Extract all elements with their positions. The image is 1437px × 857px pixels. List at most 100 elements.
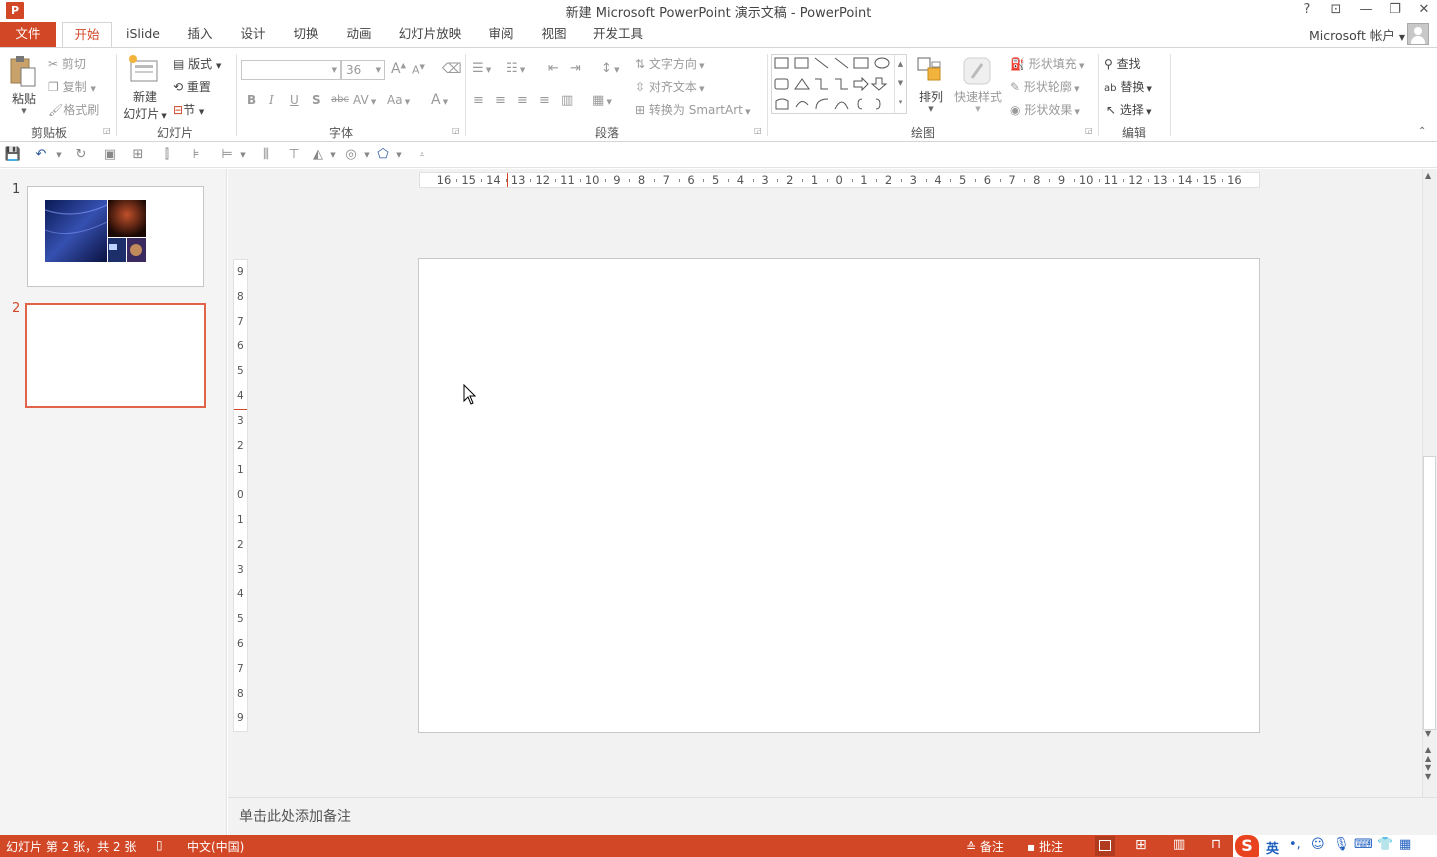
new-slide-button[interactable]: 新建 幻灯片 ▼ — [120, 54, 170, 121]
reset-button[interactable]: ⟲ 重置 — [173, 78, 211, 95]
reading-view-icon[interactable]: ▥ — [1173, 837, 1185, 852]
underline-button[interactable]: U — [290, 93, 299, 107]
chevron-down-icon[interactable]: ▼ — [234, 146, 252, 164]
tab-animations[interactable]: 动画 — [337, 22, 381, 47]
help-button[interactable]: ? — [1296, 1, 1318, 19]
next-slide-icon[interactable]: ▼ ▼ — [1425, 763, 1431, 781]
close-button[interactable]: ✕ — [1413, 1, 1435, 19]
align-middle-icon[interactable]: ⫿ — [158, 146, 176, 164]
notes-toggle-button[interactable]: ≙ 备注 — [966, 838, 1004, 855]
redo-icon[interactable]: ↻ — [72, 146, 90, 164]
distribute-icon[interactable]: ⫼ — [257, 146, 275, 164]
start-slideshow-icon[interactable]: ▣ — [101, 146, 119, 164]
font-name-combo[interactable]: ▼ — [241, 60, 341, 80]
dialog-launcher-icon[interactable]: ◲ — [452, 126, 460, 135]
tab-view[interactable]: 视图 — [532, 22, 576, 47]
convert-smartart-button[interactable]: ⊞ 转换为 SmartArt ▼ — [635, 101, 750, 118]
language-status[interactable]: 中文(中国) — [187, 838, 244, 855]
italic-button[interactable]: I — [269, 93, 274, 107]
bullets-icon[interactable]: ☰ ▼ — [472, 61, 491, 76]
slideshow-view-icon[interactable]: ⊓ — [1211, 837, 1221, 852]
toolbox-icon[interactable]: ▦ — [1399, 837, 1411, 852]
tab-developer[interactable]: 开发工具 — [586, 22, 650, 47]
copy-button[interactable]: ❐ 复制 ▼ — [48, 78, 96, 95]
select-button[interactable]: ↖ 选择 ▼ — [1106, 101, 1152, 118]
decrease-indent-icon[interactable]: ⇤ — [548, 61, 559, 76]
columns-icon[interactable]: ▦ ▼ — [592, 93, 612, 108]
chevron-down-icon[interactable]: ▼ — [390, 146, 408, 164]
shapes-gallery[interactable]: ▲ ▼ ▾ — [771, 54, 907, 114]
comments-toggle-button[interactable]: ▪ 批注 — [1027, 838, 1063, 855]
replace-button[interactable]: ab 替换 ▼ — [1104, 78, 1152, 95]
ime-language-indicator[interactable]: 英 — [1266, 838, 1279, 857]
notes-pane[interactable] — [228, 797, 1437, 835]
character-spacing-button[interactable]: AV ▼ — [353, 93, 376, 107]
punctuation-icon[interactable]: •, — [1289, 837, 1301, 852]
microphone-icon[interactable]: 🎙 — [1333, 837, 1350, 852]
arrange-button[interactable]: 排列 ▼ — [914, 54, 948, 120]
customize-qat-icon[interactable]: ⩡ — [413, 146, 431, 164]
tab-file[interactable]: 文件 — [0, 22, 56, 47]
cut-button[interactable]: ✂ 剪切 — [48, 55, 86, 72]
strikethrough-button[interactable]: abc — [331, 94, 349, 105]
avatar[interactable] — [1407, 23, 1429, 45]
tab-home[interactable]: 开始 — [62, 22, 112, 48]
ribbon-display-options-icon[interactable]: ⊡ — [1325, 1, 1347, 19]
dialog-launcher-icon[interactable]: ◲ — [103, 126, 111, 135]
scrollbar-thumb[interactable] — [1423, 456, 1436, 730]
slide-canvas[interactable] — [418, 258, 1260, 733]
quick-styles-button[interactable]: 快速样式 ▼ — [952, 54, 1004, 120]
save-icon[interactable]: 💾 — [4, 146, 22, 164]
increase-indent-icon[interactable]: ⇥ — [570, 61, 581, 76]
paste-button[interactable]: 粘贴 ▼ — [6, 54, 42, 118]
slide-thumbnail-2[interactable] — [25, 303, 206, 408]
account-menu[interactable]: Microsoft 帐户 ▼ — [1309, 25, 1405, 44]
collapse-ribbon-icon[interactable]: ⌃ — [1418, 126, 1426, 137]
shrink-font-button[interactable]: A▼ — [412, 63, 425, 77]
notes-placeholder[interactable]: 单击此处添加备注 — [239, 806, 351, 826]
numbering-icon[interactable]: ☷ ▼ — [506, 61, 525, 76]
emoji-icon[interactable]: ☺ — [1311, 837, 1325, 852]
scroll-up-icon[interactable]: ▲ — [1425, 171, 1431, 180]
font-size-combo[interactable]: 36 ▼ — [341, 60, 385, 80]
align-right-icon[interactable]: ≡ — [517, 93, 528, 108]
shadow-button[interactable]: S — [312, 93, 321, 107]
change-case-button[interactable]: Aa ▼ — [387, 93, 410, 107]
shape-effects-button[interactable]: ◉ 形状效果 ▼ — [1010, 101, 1080, 118]
gallery-scroll[interactable]: ▲ ▼ ▾ — [894, 55, 906, 113]
spelling-check-icon[interactable]: ▯ — [156, 838, 163, 852]
scroll-down-icon[interactable]: ▼ — [1425, 729, 1431, 738]
align-text-button[interactable]: ⇳ 对齐文本 ▼ — [635, 78, 705, 95]
bring-forward-icon[interactable]: ⊤ — [285, 146, 303, 164]
grow-font-button[interactable]: A▲ — [391, 61, 406, 77]
align-center-icon[interactable]: ≡ — [495, 93, 506, 108]
line-spacing-icon[interactable]: ↕ ▼ — [601, 61, 620, 76]
slide-thumbnail-1[interactable] — [27, 186, 204, 287]
skin-shirt-icon[interactable]: 👕 — [1377, 837, 1393, 852]
chevron-down-icon[interactable]: ▼ — [324, 146, 342, 164]
align-left-objects-icon[interactable]: ⊧ — [187, 146, 205, 164]
align-left-icon[interactable]: ≡ — [473, 93, 484, 108]
tab-insert[interactable]: 插入 — [178, 22, 222, 47]
layout-button[interactable]: ▤ 版式 ▼ — [173, 55, 221, 72]
section-button[interactable]: ⊟节 ▼ — [173, 101, 204, 118]
bold-button[interactable]: B — [247, 93, 256, 107]
tab-design[interactable]: 设计 — [231, 22, 275, 47]
clear-formatting-icon[interactable]: ⌫ — [442, 61, 462, 77]
tab-transitions[interactable]: 切换 — [284, 22, 328, 47]
tab-islide[interactable]: iSlide — [120, 22, 166, 47]
distributed-icon[interactable]: ▥ — [561, 93, 573, 108]
align-center-vertical-icon[interactable]: ⊞ — [129, 146, 147, 164]
find-button[interactable]: ⚲ 查找 — [1104, 55, 1141, 72]
dialog-launcher-icon[interactable]: ◲ — [754, 126, 762, 135]
justify-icon[interactable]: ≡ — [539, 93, 550, 108]
tab-review[interactable]: 审阅 — [479, 22, 523, 47]
shape-fill-button[interactable]: ⛽ 形状填充 ▼ — [1010, 55, 1084, 72]
tab-slideshow[interactable]: 幻灯片放映 — [392, 22, 468, 47]
text-direction-button[interactable]: ⇅ 文字方向 ▼ — [635, 55, 705, 72]
keyboard-icon[interactable]: ⌨ — [1354, 837, 1373, 852]
minimize-button[interactable]: — — [1355, 1, 1377, 19]
undo-icon[interactable]: ↶ — [32, 146, 50, 164]
format-painter-button[interactable]: 🖌格式刷 — [48, 101, 99, 118]
shape-outline-button[interactable]: ✎ 形状轮廓 ▼ — [1010, 78, 1080, 95]
